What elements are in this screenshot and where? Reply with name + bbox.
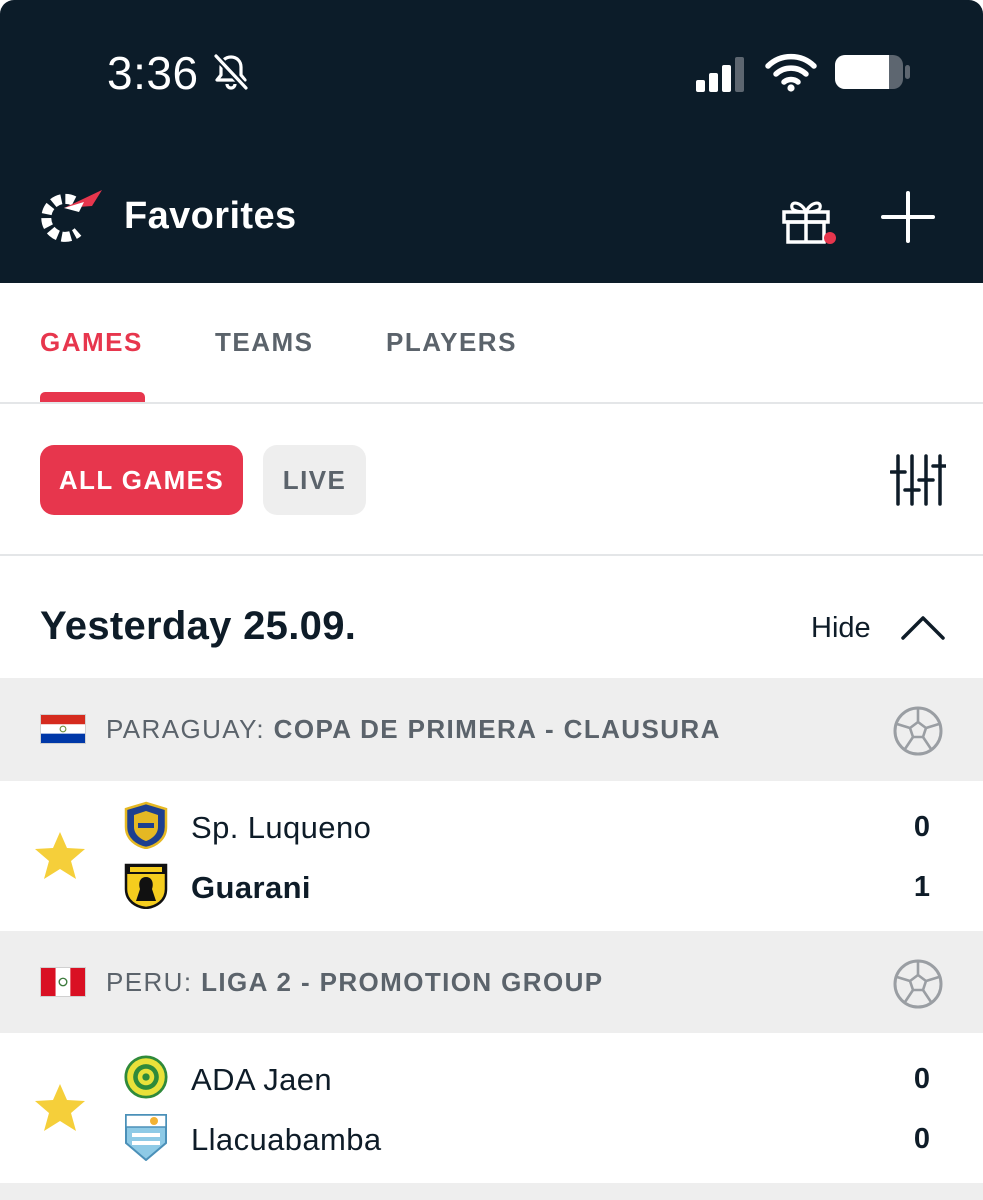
wifi-icon <box>765 53 817 92</box>
match-row[interactable]: Sp. Luqueno 0 Guarani 1 <box>0 781 983 931</box>
guarani-crest-icon <box>124 863 168 909</box>
filter-bar: ALL GAMES LIVE <box>0 406 983 556</box>
cellular-signal-icon <box>696 57 744 92</box>
favorites-tabs: GAMES TEAMS PLAYERS <box>0 283 983 404</box>
filter-sliders-icon[interactable] <box>890 452 946 508</box>
home-team-score: 0 <box>913 811 931 843</box>
league-name: LIGA 2 - PROMOTION GROUP <box>201 967 604 997</box>
app-header: 3:36 Favorites <box>0 0 983 283</box>
paraguay-flag-icon <box>40 714 86 744</box>
star-icon[interactable] <box>33 830 87 882</box>
page-title: Favorites <box>124 195 297 237</box>
league-title: PERU: LIGA 2 - PROMOTION GROUP <box>106 967 604 998</box>
home-team-score: 0 <box>913 1063 931 1095</box>
hide-section-button[interactable]: Hide <box>811 612 871 645</box>
away-team-name: Llacuabamba <box>191 1122 382 1157</box>
date-section-header: Yesterday 25.09. Hide <box>0 558 983 678</box>
league-header[interactable]: PARAGUAY: COPA DE PRIMERA - CLAUSURA <box>0 678 983 781</box>
star-icon[interactable] <box>33 1082 87 1134</box>
tab-games[interactable]: GAMES <box>40 327 143 358</box>
sportivo-luqueno-crest-icon <box>124 801 168 849</box>
app-bar: Favorites <box>0 170 983 262</box>
active-tab-indicator <box>40 392 145 402</box>
peru-flag-icon <box>40 967 86 997</box>
llacuabamba-crest-icon <box>125 1114 167 1161</box>
gift-icon[interactable] <box>780 192 840 248</box>
away-team-name: Guarani <box>191 870 311 905</box>
league-header[interactable]: PERU: LIGA 2 - PROMOTION GROUP <box>0 931 983 1034</box>
battery-icon <box>835 55 910 89</box>
tab-players[interactable]: PLAYERS <box>386 327 517 358</box>
away-team-score: 0 <box>913 1123 931 1155</box>
home-team-name: Sp. Luqueno <box>191 810 372 845</box>
filter-all-games-button[interactable]: ALL GAMES <box>40 445 243 515</box>
league-country: PERU: <box>106 967 193 997</box>
league-title: PARAGUAY: COPA DE PRIMERA - CLAUSURA <box>106 714 721 745</box>
soccer-ball-icon <box>893 706 943 756</box>
tab-teams[interactable]: TEAMS <box>215 327 314 358</box>
plus-icon[interactable] <box>878 189 938 245</box>
status-time: 3:36 <box>107 47 199 99</box>
flashscore-logo-icon[interactable] <box>34 188 102 244</box>
league-name: COPA DE PRIMERA - CLAUSURA <box>273 714 721 744</box>
home-team-name: ADA Jaen <box>191 1062 333 1097</box>
next-section-divider <box>0 1183 983 1200</box>
chevron-up-icon[interactable] <box>900 610 946 646</box>
league-country: PARAGUAY: <box>106 714 266 744</box>
status-bar: 3:36 <box>0 0 983 140</box>
away-team-score: 1 <box>913 871 931 903</box>
soccer-ball-icon <box>893 959 943 1009</box>
match-row[interactable]: ADA Jaen 0 Llacuabamba 0 <box>0 1033 983 1183</box>
filter-live-button[interactable]: LIVE <box>263 445 366 515</box>
ada-jaen-crest-icon <box>124 1055 168 1099</box>
date-title: Yesterday 25.09. <box>40 604 357 648</box>
bell-slash-icon <box>213 53 249 91</box>
